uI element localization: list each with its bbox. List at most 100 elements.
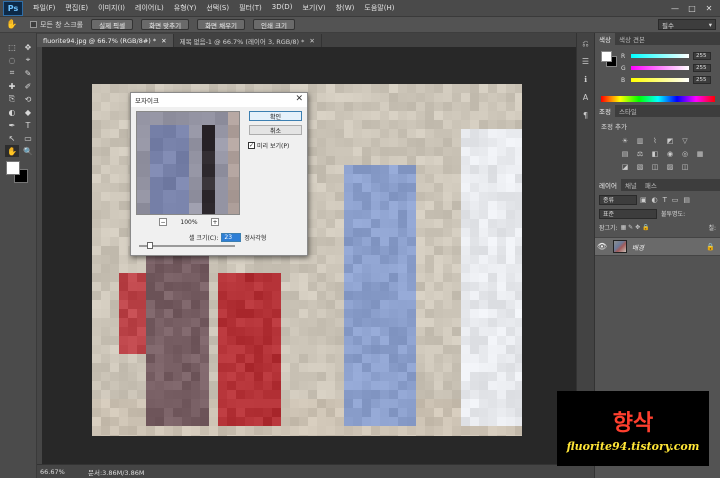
type-filter-icon[interactable]: T (663, 196, 667, 204)
preview-checkbox-row[interactable]: ✓ 미리 보기(P) (248, 141, 289, 150)
workspace-select[interactable]: 필수 ▾ (658, 19, 716, 30)
gradient-map-icon[interactable]: ▨ (664, 162, 676, 171)
blue-value[interactable]: 255 (693, 76, 711, 84)
document-tab[interactable]: 제목 없음-1 @ 66.7% (레이어 3, RGB/8) * ✕ (174, 34, 322, 47)
path-select-tool-icon[interactable]: ↖ (5, 132, 19, 144)
zoom-tool-icon[interactable]: 🔍 (21, 145, 35, 157)
cell-size-slider[interactable] (139, 242, 235, 249)
layer-kind-select[interactable]: 종류 (599, 194, 637, 205)
quick-select-tool-icon[interactable]: ⌖ (21, 54, 35, 66)
menu-3d[interactable]: 3D(D) (272, 3, 293, 13)
menu-file[interactable]: 파일(F) (33, 3, 55, 13)
tab-layers[interactable]: 레이어 (595, 179, 621, 191)
pen-tool-icon[interactable]: ✒ (5, 119, 19, 131)
minimize-button[interactable]: — (668, 2, 682, 14)
cancel-button[interactable]: 취소 (249, 125, 302, 135)
stamp-tool-icon[interactable]: ⎘ (5, 93, 19, 105)
layer-row-background[interactable]: 👁 배경 🔒 (595, 237, 720, 256)
vibrance-icon[interactable]: ▽ (679, 136, 691, 145)
curves-icon[interactable]: ⌇ (649, 136, 661, 145)
black-white-icon[interactable]: ◧ (649, 149, 661, 158)
info-icon[interactable]: ℹ (580, 75, 592, 87)
smart-filter-icon[interactable]: ▤ (683, 196, 690, 204)
exposure-icon[interactable]: ◩ (664, 136, 676, 145)
adjust-filter-icon[interactable]: ◐ (652, 196, 658, 204)
scroll-all-checkbox[interactable] (30, 21, 37, 28)
red-slider[interactable] (631, 54, 689, 58)
selective-color-icon[interactable]: ◫ (679, 162, 691, 171)
menu-image[interactable]: 이미지(I) (98, 3, 125, 13)
document-tab-active[interactable]: fluorite94.jpg @ 66.7% (RGB/8#) * ✕ (37, 34, 174, 47)
close-tab-icon[interactable]: ✕ (161, 37, 166, 45)
color-foreground-swatch[interactable] (601, 51, 612, 62)
character-icon[interactable]: A (580, 93, 592, 105)
paragraph-icon[interactable]: ¶ (580, 111, 592, 123)
close-icon[interactable]: ✕ (295, 94, 303, 104)
menu-filter[interactable]: 필터(T) (239, 3, 262, 13)
color-lookup-icon[interactable]: ▦ (694, 149, 706, 158)
close-tab-icon[interactable]: ✕ (309, 37, 314, 45)
hand-tool-icon[interactable]: ✋ (4, 19, 20, 31)
eraser-tool-icon[interactable]: ◐ (5, 106, 19, 118)
slider-handle[interactable] (147, 242, 153, 249)
lock-icons[interactable]: ▦ ✎ ✥ 🔒 (621, 224, 650, 231)
tab-channels[interactable]: 채널 (621, 179, 641, 191)
levels-icon[interactable]: ▥ (634, 136, 646, 145)
color-spectrum[interactable] (601, 96, 715, 102)
preview-checkbox[interactable]: ✓ (248, 142, 255, 149)
posterize-icon[interactable]: ▧ (634, 162, 646, 171)
zoom-level[interactable]: 66.67% (40, 468, 68, 476)
invert-icon[interactable]: ◪ (619, 162, 631, 171)
cell-size-input[interactable]: 23 (221, 233, 242, 242)
green-slider[interactable] (631, 66, 689, 70)
hue-saturation-icon[interactable]: ▤ (619, 149, 631, 158)
foreground-color-swatch[interactable] (6, 161, 20, 175)
tab-color[interactable]: 색상 (595, 33, 615, 45)
menu-help[interactable]: 도움말(H) (364, 3, 394, 13)
blue-slider[interactable] (631, 78, 689, 82)
menu-select[interactable]: 선택(S) (206, 3, 229, 13)
close-window-button[interactable]: ✕ (702, 2, 716, 14)
zoom-in-button[interactable]: + (211, 218, 219, 226)
green-value[interactable]: 255 (693, 64, 711, 72)
blend-mode-select[interactable]: 표준 (599, 208, 657, 219)
color-balance-icon[interactable]: ⚖ (634, 149, 646, 158)
brush-tool-icon[interactable]: ✐ (21, 80, 35, 92)
pixel-filter-icon[interactable]: ▣ (640, 196, 647, 204)
history-icon[interactable]: ⎌ (580, 39, 592, 51)
menu-window[interactable]: 창(W) (336, 3, 355, 13)
move-tool-icon[interactable]: ✥ (21, 41, 35, 53)
zoom-out-button[interactable]: − (159, 218, 167, 226)
print-size-button[interactable]: 인쇄 크기 (253, 19, 296, 30)
marquee-tool-icon[interactable]: ⬚ (5, 41, 19, 53)
type-tool-icon[interactable]: T (21, 119, 35, 131)
visibility-eye-icon[interactable]: 👁 (595, 242, 609, 251)
canvas-area[interactable] (37, 47, 594, 464)
actual-pixels-button[interactable]: 실제 픽셀 (91, 19, 134, 30)
tab-adjustments[interactable]: 조정 (595, 105, 615, 117)
fill-screen-button[interactable]: 화면 채우기 (197, 19, 246, 30)
dialog-preview[interactable] (136, 111, 240, 215)
ok-button[interactable]: 확인 (249, 111, 302, 121)
threshold-icon[interactable]: ◫ (649, 162, 661, 171)
red-value[interactable]: 255 (693, 52, 711, 60)
healing-tool-icon[interactable]: ✚ (5, 80, 19, 92)
eyedropper-tool-icon[interactable]: ✎ (21, 67, 35, 79)
fit-screen-button[interactable]: 화면 맞추기 (141, 19, 190, 30)
hand-tool-icon[interactable]: ✋ (5, 145, 19, 157)
shape-tool-icon[interactable]: ▭ (21, 132, 35, 144)
properties-icon[interactable]: ☰ (580, 57, 592, 69)
shape-filter-icon[interactable]: ▭ (672, 196, 679, 204)
photo-filter-icon[interactable]: ◉ (664, 149, 676, 158)
menu-edit[interactable]: 편집(E) (65, 3, 88, 13)
gradient-tool-icon[interactable]: ◆ (21, 106, 35, 118)
tab-styles[interactable]: 스타일 (615, 105, 641, 117)
menu-type[interactable]: 유형(Y) (174, 3, 197, 13)
maximize-button[interactable]: □ (685, 2, 699, 14)
brightness-icon[interactable]: ☀ (619, 136, 631, 145)
layer-name[interactable]: 배경 (632, 242, 644, 252)
menu-layer[interactable]: 레이어(L) (135, 3, 164, 13)
tab-paths[interactable]: 패스 (641, 179, 661, 191)
lasso-tool-icon[interactable]: ◌ (5, 54, 19, 66)
tab-swatches[interactable]: 색상 견본 (615, 33, 649, 45)
